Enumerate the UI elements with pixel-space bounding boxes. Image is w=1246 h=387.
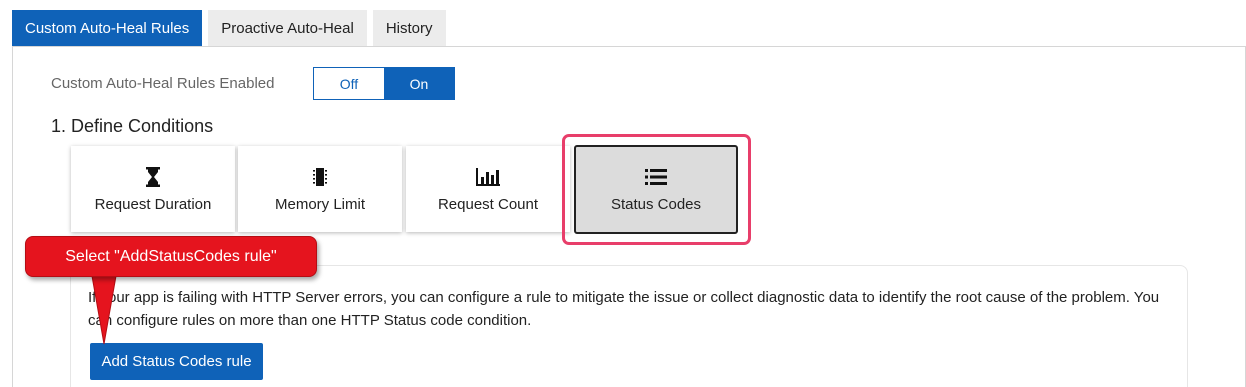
condition-card-label: Request Duration	[94, 195, 212, 213]
tab-bar: Custom Auto-Heal Rules Proactive Auto-He…	[12, 10, 446, 46]
condition-card-label: Memory Limit	[274, 195, 365, 213]
rules-enabled-label: Custom Auto-Heal Rules Enabled	[51, 75, 275, 92]
condition-card-status-codes[interactable]: Status Codes	[574, 145, 738, 234]
toggle-off-option[interactable]: Off	[314, 68, 384, 99]
condition-card-request-duration[interactable]: Request Duration	[71, 146, 235, 232]
rules-enabled-row: Custom Auto-Heal Rules Enabled Off On	[51, 67, 455, 100]
condition-card-memory-limit[interactable]: Memory Limit	[238, 146, 402, 232]
list-icon	[645, 166, 667, 188]
add-status-codes-rule-button[interactable]: Add Status Codes rule	[90, 343, 263, 380]
tab-proactive-auto-heal[interactable]: Proactive Auto-Heal	[208, 10, 367, 46]
define-conditions-title: 1. Define Conditions	[51, 116, 214, 136]
condition-card-label: Request Count	[437, 195, 539, 213]
annotation-callout: Select "AddStatusCodes rule"	[25, 236, 317, 277]
toggle-on-option[interactable]: On	[384, 68, 454, 99]
memory-chip-icon	[312, 166, 328, 188]
rules-enabled-toggle: Off On	[313, 67, 455, 100]
hourglass-icon	[145, 166, 161, 188]
tab-custom-auto-heal-rules[interactable]: Custom Auto-Heal Rules	[12, 10, 203, 46]
tab-history[interactable]: History	[372, 10, 446, 46]
bar-chart-icon	[476, 166, 500, 188]
condition-card-request-count[interactable]: Request Count	[406, 146, 570, 232]
panel-left-border	[12, 46, 13, 387]
panel-top-border	[12, 46, 1246, 47]
condition-card-label: Status Codes	[610, 196, 702, 213]
status-codes-description: If your app is failing with HTTP Server …	[88, 289, 1160, 329]
